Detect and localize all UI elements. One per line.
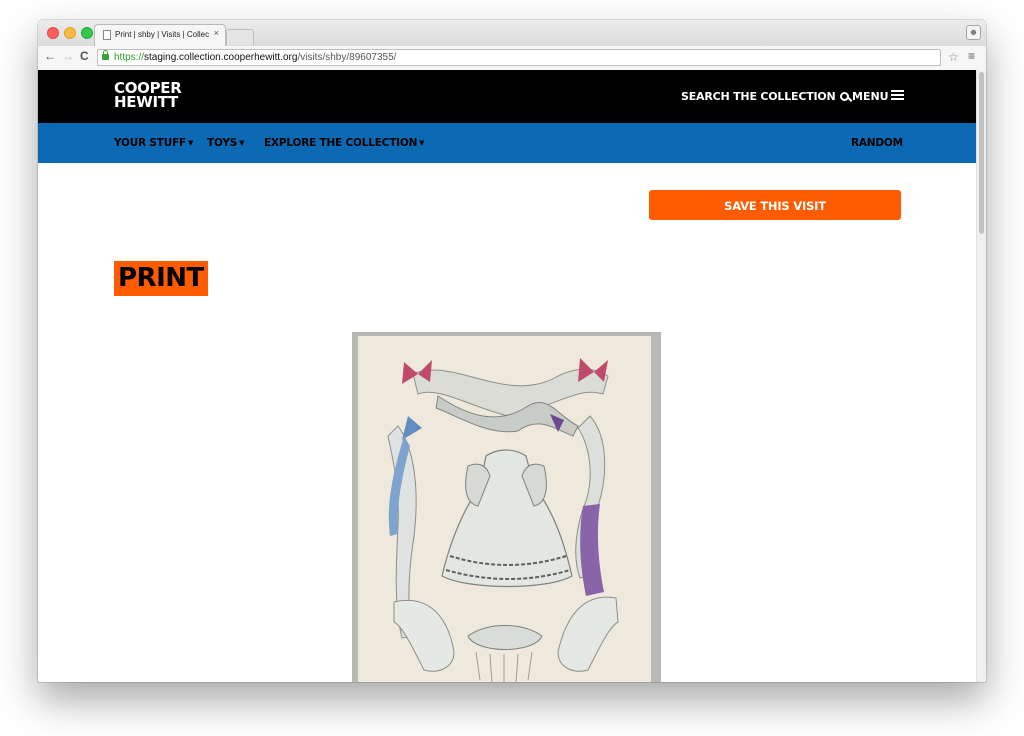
nav-your-stuff[interactable]: YOUR STUFF ▼ (114, 137, 193, 149)
browser-menu-icon[interactable]: ≡ (968, 49, 975, 63)
url-host: staging.collection.cooperhewitt.org (144, 52, 298, 63)
bookmark-star-icon[interactable]: ☆ (948, 50, 959, 64)
window-close-button[interactable] (47, 27, 59, 39)
menu-button[interactable]: MENU (852, 90, 904, 103)
nav-toys-label: TOYS (207, 137, 238, 149)
window-minimize-button[interactable] (64, 27, 76, 39)
profile-icon[interactable]: ☻ (966, 25, 981, 40)
object-image[interactable] (352, 332, 661, 682)
chevron-down-icon: ▼ (419, 139, 425, 147)
logo-line-2: HEWITT (114, 93, 178, 111)
page-icon (103, 30, 111, 40)
nav-explore-collection[interactable]: EXPLORE THE COLLECTION ▼ (264, 137, 425, 149)
nav-random[interactable]: RANDOM (851, 137, 903, 149)
scrollbar-thumb[interactable] (979, 72, 984, 234)
search-label: SEARCH THE COLLECTION (681, 90, 836, 103)
new-tab-button[interactable] (226, 29, 254, 45)
fashion-plate-illustration (387, 358, 619, 682)
reload-icon[interactable]: C (80, 49, 89, 63)
tab-close-icon[interactable]: × (214, 28, 219, 38)
lock-icon (102, 50, 109, 60)
browser-tab-active[interactable]: Print | shby | Visits | Collec × (94, 24, 226, 46)
back-arrow-icon[interactable]: ← (44, 49, 56, 63)
address-bar[interactable]: https://staging.collection.cooperhewitt.… (97, 49, 941, 66)
url-path: /visits/shby/89607355/ (297, 52, 397, 63)
menu-label: MENU (852, 90, 889, 103)
page-scrollbar[interactable] (976, 70, 986, 682)
hamburger-icon (890, 90, 904, 101)
forward-arrow-icon[interactable]: → (62, 49, 74, 63)
nav-explore-label: EXPLORE THE COLLECTION (264, 137, 418, 149)
window-maximize-button[interactable] (81, 27, 93, 39)
page-title: PRINT (114, 261, 208, 296)
chevron-down-icon: ▼ (188, 139, 194, 147)
browser-window: Print | shby | Visits | Collec × ☻ ← → C… (38, 20, 986, 682)
tab-title: Print | shby | Visits | Collec (115, 30, 210, 39)
page-viewport: COOPER HEWITT SEARCH THE COLLECTION MENU… (38, 70, 976, 682)
nav-toys[interactable]: TOYS ▼ (207, 137, 244, 149)
url-scheme: https:// (114, 52, 145, 63)
url-text: https://staging.collection.cooperhewitt.… (114, 52, 396, 63)
tab-strip: Print | shby | Visits | Collec × ☻ (38, 20, 986, 46)
nav-your-stuff-label: YOUR STUFF (114, 137, 187, 149)
search-collection-link[interactable]: SEARCH THE COLLECTION (681, 90, 849, 103)
search-icon (839, 92, 849, 101)
chevron-down-icon: ▼ (239, 139, 245, 147)
save-visit-button[interactable]: SAVE THIS VISIT (649, 190, 901, 220)
site-header: COOPER HEWITT SEARCH THE COLLECTION MENU (38, 70, 976, 123)
sub-navigation: YOUR STUFF ▼ TOYS ▼ EXPLORE THE COLLECTION… (38, 123, 976, 163)
browser-toolbar: ← → C https://staging.collection.cooperh… (38, 46, 986, 71)
cooper-hewitt-logo[interactable]: COOPER HEWITT (114, 81, 182, 111)
print-artwork (358, 336, 651, 682)
